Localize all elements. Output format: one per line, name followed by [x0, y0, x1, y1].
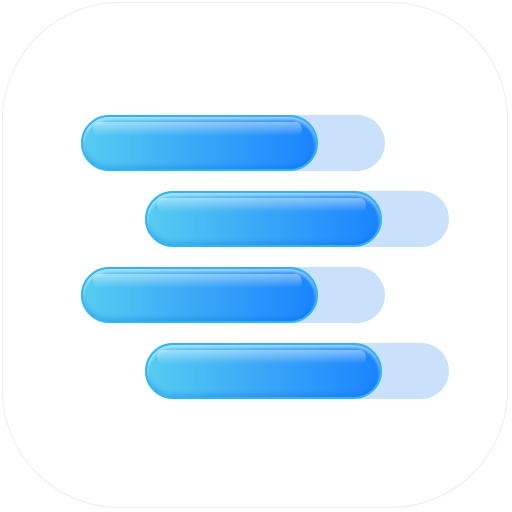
bar-fill [81, 115, 318, 171]
bar-row-2 [145, 191, 449, 247]
bar-row-4 [145, 343, 449, 399]
bar-row-1 [81, 115, 385, 171]
bar-row-3 [81, 267, 385, 323]
bar-fill [81, 267, 318, 323]
bar-fill [145, 343, 382, 399]
app-icon-tile[interactable] [2, 2, 508, 508]
bar-fill [145, 191, 382, 247]
app-icon-canvas [0, 0, 512, 512]
